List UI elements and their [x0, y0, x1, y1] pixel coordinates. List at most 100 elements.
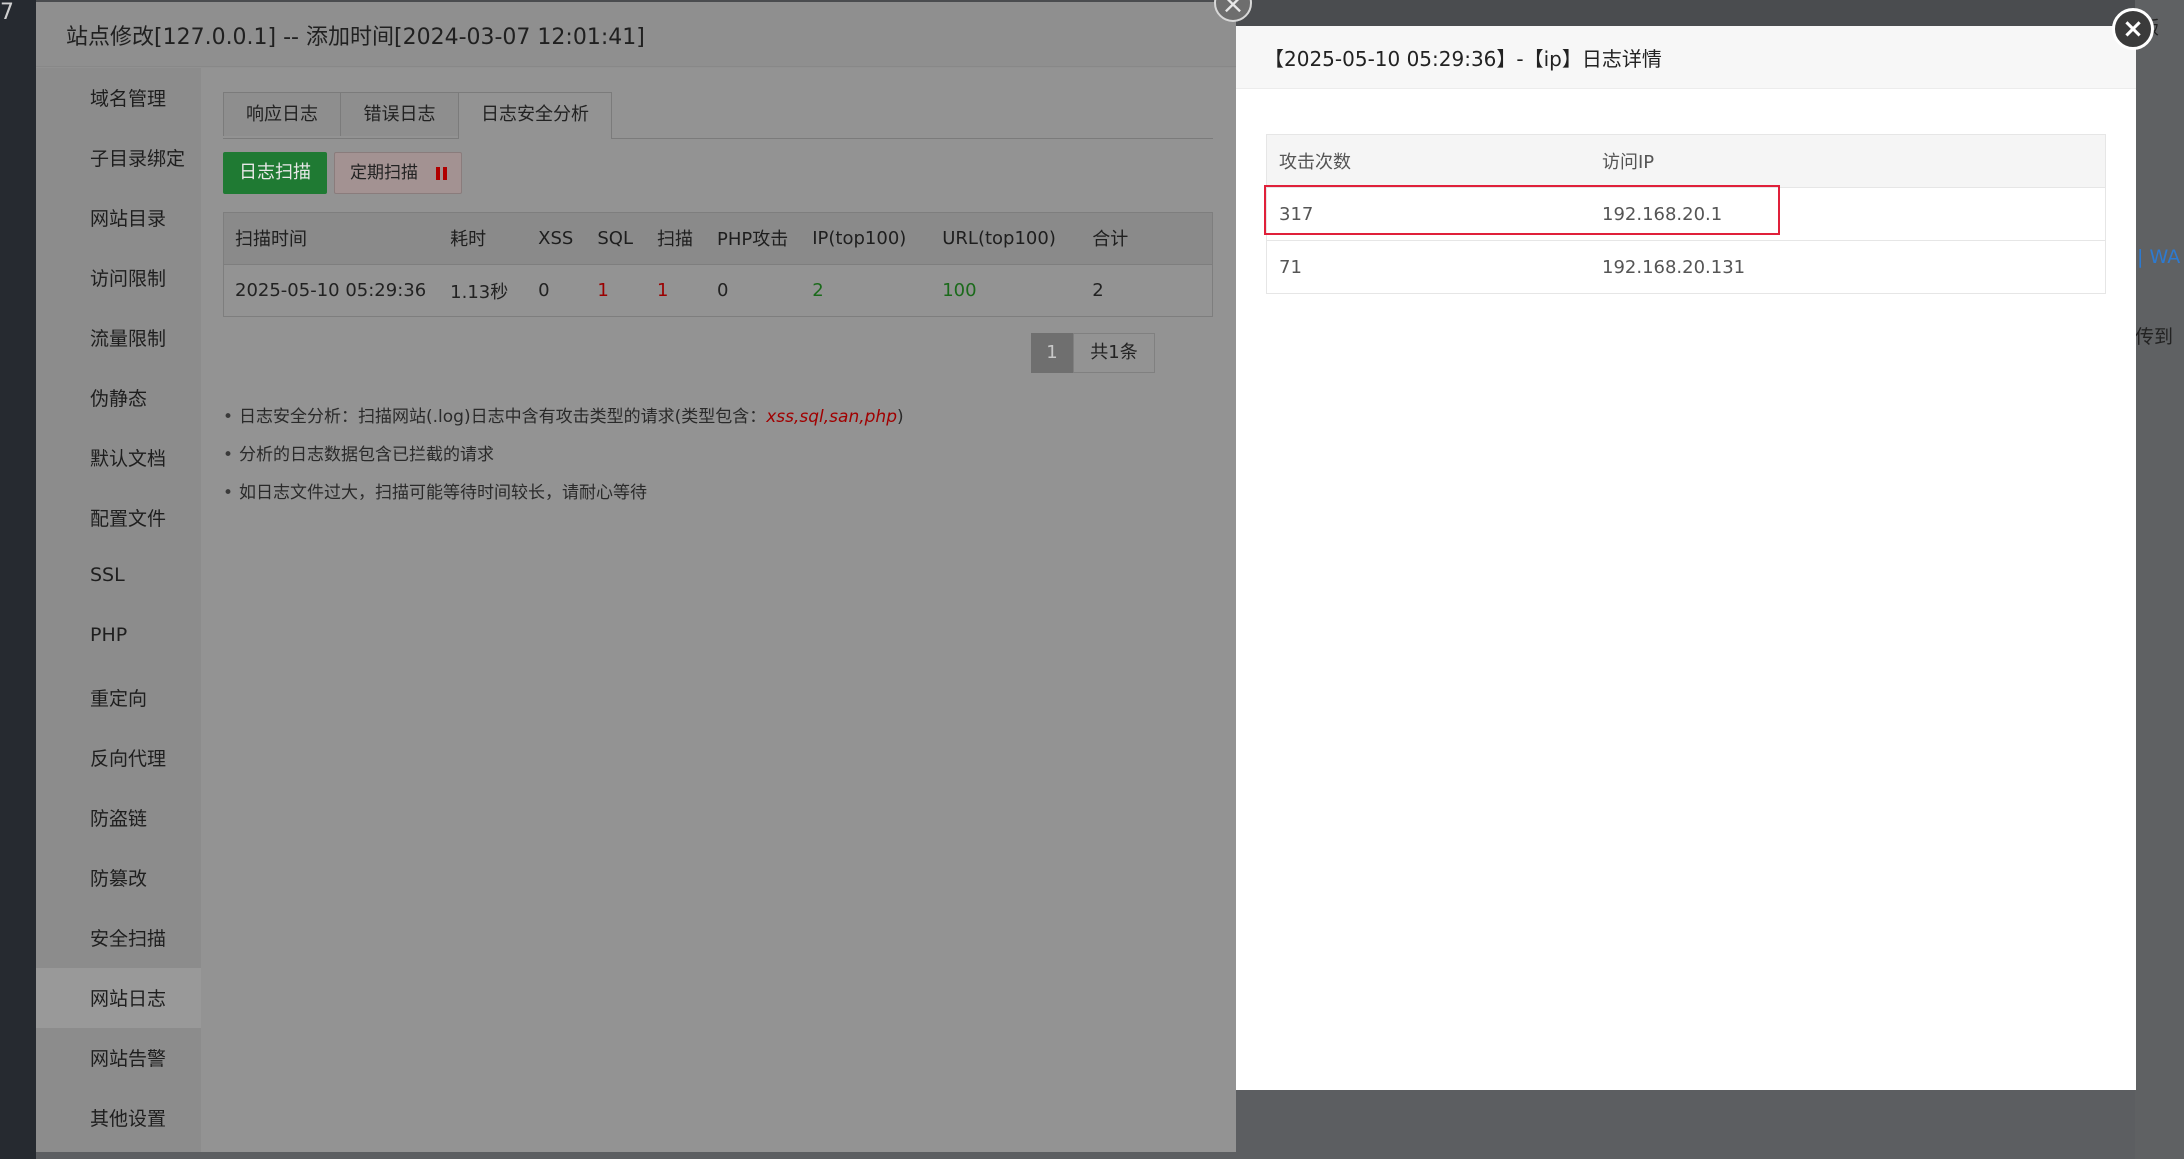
tip-emphasis: xss,sql,san,php	[766, 407, 897, 427]
cell-visit-ip: 192.168.20.131	[1590, 240, 2106, 294]
cell-duration: 1.13秒	[438, 264, 527, 317]
ip-log-detail-modal: 【2025-05-10 05:29:36】-【ip】日志详情 攻击次数 访问IP…	[1236, 26, 2136, 1090]
modal-title: 【2025-05-10 05:29:36】-【ip】日志详情	[1264, 47, 1662, 71]
window-titlebar: 站点修改[127.0.0.1] -- 添加时间[2024-03-07 12:01…	[36, 2, 1236, 67]
table-row: 317 192.168.20.1	[1266, 187, 2106, 241]
table-row[interactable]: 2025-05-10 05:29:36 1.13秒 0 1 1 0 2 100 …	[223, 264, 1213, 317]
nav-item-label: 访问限制	[90, 268, 167, 290]
column-header-attack-count: 攻击次数	[1266, 134, 1590, 188]
periodic-scan-button[interactable]: 定期扫描	[334, 152, 462, 194]
tip-item: 如日志文件过大，扫描可能等待时间较长，请耐心等待	[223, 474, 904, 512]
log-scan-button[interactable]: 日志扫描	[223, 152, 327, 194]
site-modify-window: 站点修改[127.0.0.1] -- 添加时间[2024-03-07 12:01…	[36, 2, 1236, 1152]
cell-sql[interactable]: 1	[585, 264, 645, 317]
tip-suffix: )	[896, 407, 904, 427]
nav-item-label: 重定向	[90, 688, 148, 710]
ip-detail-table: 攻击次数 访问IP 317 192.168.20.1 71 192.168.20…	[1266, 134, 2106, 294]
nav-item-label: 域名管理	[90, 88, 167, 110]
nav-item-hotlink[interactable]: 防盗链	[36, 788, 201, 848]
background-text: 传到	[2135, 326, 2174, 348]
periodic-scan-label: 定期扫描	[350, 163, 418, 183]
nav-item-reverse-proxy[interactable]: 反向代理	[36, 728, 201, 788]
cell-xss: 0	[526, 264, 586, 317]
nav-item-site-alert[interactable]: 网站告警	[36, 1028, 201, 1088]
log-tabs: 响应日志 错误日志 日志安全分析	[223, 92, 1213, 139]
nav-item-label: PHP	[90, 624, 128, 646]
cell-visit-ip: 192.168.20.1	[1590, 187, 2106, 241]
nav-item-label: 网站目录	[90, 208, 167, 230]
cell-scan[interactable]: 1	[644, 264, 705, 317]
nav-item-label: 默认文档	[90, 448, 167, 470]
nav-item-label: SSL	[90, 564, 125, 586]
page-total: 共1条	[1073, 333, 1155, 373]
nav-item-domain[interactable]: 域名管理	[36, 68, 201, 128]
nav-item-security-scan[interactable]: 安全扫描	[36, 908, 201, 968]
table-header-row: 攻击次数 访问IP	[1266, 134, 2106, 188]
column-header: 扫描时间	[223, 212, 439, 265]
cell-attack-count: 317	[1266, 187, 1590, 241]
nav-item-label: 伪静态	[90, 388, 148, 410]
nav-item-label: 配置文件	[90, 508, 167, 530]
tip-text: 如日志文件过大，扫描可能等待时间较长，请耐心等待	[239, 483, 647, 503]
nav-item-tamper-proof[interactable]: 防篡改	[36, 848, 201, 908]
nav-item-access-limit[interactable]: 访问限制	[36, 248, 201, 308]
column-header: IP(top100)	[800, 212, 931, 265]
column-header: SQL	[585, 212, 645, 265]
nav-item-subdir[interactable]: 子目录绑定	[36, 128, 201, 188]
table-header-row: 扫描时间 耗时 XSS SQL 扫描 PHP攻击 IP(top100) URL(…	[223, 212, 1213, 265]
nav-item-site-dir[interactable]: 网站目录	[36, 188, 201, 248]
column-header: URL(top100)	[930, 212, 1081, 265]
nav-item-label: 子目录绑定	[90, 148, 186, 170]
cell-scan-time: 2025-05-10 05:29:36	[223, 264, 439, 317]
nav-item-label: 安全扫描	[90, 928, 167, 950]
nav-item-rewrite[interactable]: 伪静态	[36, 368, 201, 428]
nav-item-ssl[interactable]: SSL	[36, 548, 201, 608]
nav-item-label: 防篡改	[90, 868, 148, 890]
column-header: PHP攻击	[704, 212, 801, 265]
tips-list: 日志安全分析：扫描网站(.log)日志中含有攻击类型的请求(类型包含：xss,s…	[223, 398, 904, 512]
nav-item-label: 反向代理	[90, 748, 167, 770]
cell-url-top100[interactable]: 100	[930, 264, 1081, 317]
nav-item-other-settings[interactable]: 其他设置	[36, 1088, 201, 1148]
page-current[interactable]: 1	[1031, 333, 1073, 373]
modal-header: 【2025-05-10 05:29:36】-【ip】日志详情	[1236, 26, 2136, 89]
cell-php-attack: 0	[704, 264, 801, 317]
nav-item-label: 网站告警	[90, 1048, 167, 1070]
cell-total: 2	[1080, 264, 1213, 317]
column-header: 扫描	[644, 212, 705, 265]
tab-response-log[interactable]: 响应日志	[223, 92, 341, 136]
nav-item-label: 网站日志	[90, 988, 167, 1010]
nav-item-redirect[interactable]: 重定向	[36, 668, 201, 728]
nav-item-default-doc[interactable]: 默认文档	[36, 428, 201, 488]
background-text: | WA	[2137, 246, 2181, 268]
column-header: XSS	[526, 212, 586, 265]
nav-item-site-log[interactable]: 网站日志	[36, 968, 201, 1028]
background-right-panel: 版 | WA 传到	[2135, 0, 2184, 1159]
tip-item: 分析的日志数据包含已拦截的请求	[223, 436, 904, 474]
background-sidebar: 7	[0, 0, 36, 1159]
site-settings-nav: 域名管理 子目录绑定 网站目录 访问限制 流量限制 伪静态 默认文档 配置文件 …	[36, 68, 201, 1152]
cell-attack-count: 71	[1266, 240, 1590, 294]
cell-ip-top100[interactable]: 2	[800, 264, 931, 317]
background-number: 7	[0, 0, 14, 25]
nav-item-label: 流量限制	[90, 328, 167, 350]
nav-item-traffic-limit[interactable]: 流量限制	[36, 308, 201, 368]
pause-icon	[436, 167, 447, 180]
scan-results-table: 扫描时间 耗时 XSS SQL 扫描 PHP攻击 IP(top100) URL(…	[223, 212, 1213, 317]
nav-item-label: 防盗链	[90, 808, 148, 830]
log-content-panel: 响应日志 错误日志 日志安全分析 日志扫描 定期扫描 扫描时间 耗时 XSS S…	[201, 68, 1236, 1152]
modal-close-icon[interactable]: ×	[2112, 8, 2154, 50]
column-header: 耗时	[438, 212, 527, 265]
window-title: 站点修改[127.0.0.1] -- 添加时间[2024-03-07 12:01…	[66, 25, 645, 50]
table-row: 71 192.168.20.131	[1266, 240, 2106, 294]
nav-item-config-file[interactable]: 配置文件	[36, 488, 201, 548]
tip-text: 日志安全分析：扫描网站(.log)日志中含有攻击类型的请求(类型包含：	[239, 407, 767, 427]
tab-log-security-analysis[interactable]: 日志安全分析	[458, 92, 612, 139]
column-header-visit-ip: 访问IP	[1590, 134, 2106, 188]
tip-item: 日志安全分析：扫描网站(.log)日志中含有攻击类型的请求(类型包含：xss,s…	[223, 398, 904, 436]
tip-text: 分析的日志数据包含已拦截的请求	[239, 445, 494, 465]
tab-error-log[interactable]: 错误日志	[340, 92, 459, 136]
column-header: 合计	[1080, 212, 1213, 265]
nav-item-php[interactable]: PHP	[36, 608, 201, 668]
nav-item-label: 其他设置	[90, 1108, 167, 1130]
